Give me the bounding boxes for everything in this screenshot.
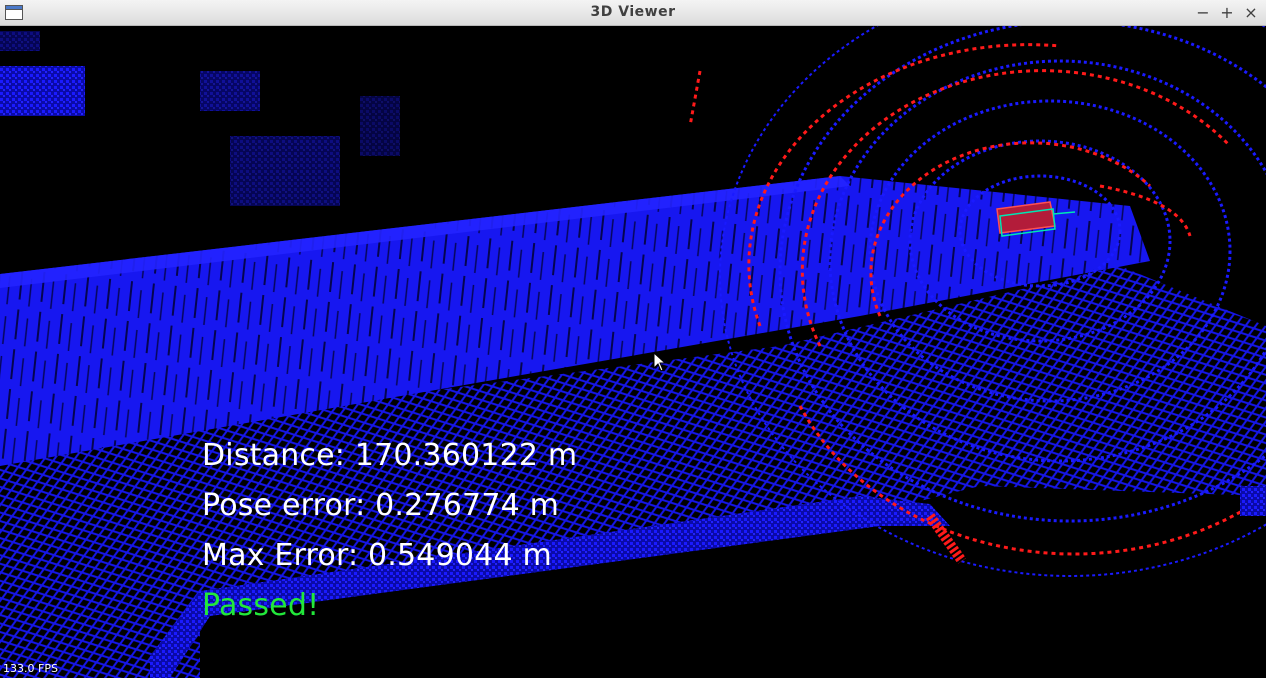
viewer-window: 3D Viewer − + × Distance: 170.360122 m P…	[0, 0, 1266, 678]
pose-error-readout: Pose error: 0.276774 m	[202, 488, 560, 523]
minimize-icon[interactable]: −	[1196, 2, 1210, 22]
fps-counter: 133.0 FPS	[3, 662, 58, 675]
mouse-cursor-icon	[653, 352, 667, 372]
max-error-readout: Max Error: 0.549044 m	[202, 538, 552, 573]
point-cloud-scene	[0, 26, 1266, 678]
distance-readout: Distance: 170.360122 m	[202, 438, 578, 473]
3d-viewport[interactable]: Distance: 170.360122 m Pose error: 0.276…	[0, 26, 1266, 678]
title-bar[interactable]: 3D Viewer − + ×	[0, 0, 1266, 26]
status-text: Passed!	[202, 588, 320, 623]
maximize-icon[interactable]: +	[1220, 2, 1234, 22]
window-title: 3D Viewer	[590, 4, 676, 20]
close-icon[interactable]: ×	[1244, 2, 1258, 22]
